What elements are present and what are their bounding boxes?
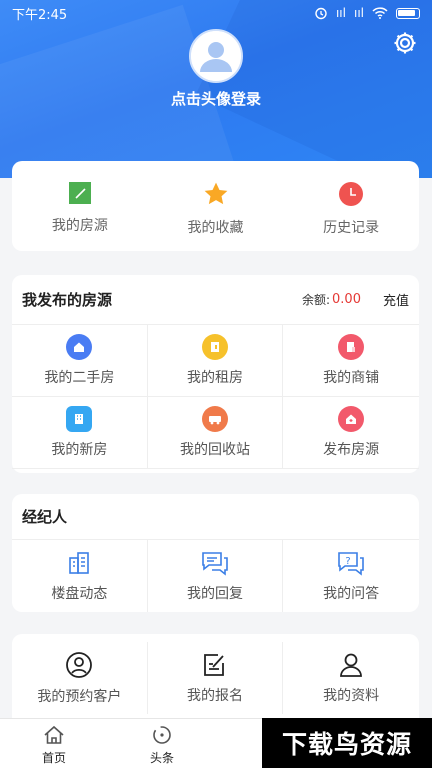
qa-icon: ? — [338, 551, 364, 576]
shop-icon — [338, 334, 365, 360]
agent-card: 经纪人 楼盘动态 我的回复 ? 我的问答 — [12, 494, 419, 612]
building-icon — [66, 406, 93, 432]
status-bar: 下午2:45 ııl ııl — [0, 0, 432, 26]
headline-icon — [153, 726, 171, 744]
reply-icon — [202, 551, 228, 576]
home-icon — [66, 334, 93, 360]
shop-button[interactable]: 我的商铺 — [283, 325, 419, 397]
signal-icon: ııl — [335, 6, 346, 20]
my-signups-button[interactable]: 我的报名 — [148, 642, 284, 714]
tab-home[interactable]: 首页 — [0, 719, 108, 768]
grid-label: 我的预约客户 — [37, 688, 122, 705]
grid-label: 发布房源 — [323, 442, 380, 458]
grid-label: 我的二手房 — [44, 370, 115, 386]
tab-label: 头条 — [149, 751, 174, 765]
grid-label: 我的问答 — [323, 585, 380, 602]
battery-icon — [396, 7, 420, 19]
grid-label: 我的新房 — [51, 442, 108, 458]
balance-area: 余额: 0.00 充值 — [302, 290, 409, 309]
personal-card: 我的预约客户 我的报名 我的资料 — [12, 634, 419, 718]
my-profile-button[interactable]: 我的资料 — [283, 642, 419, 714]
grid-label: 我的报名 — [186, 687, 243, 704]
profile-icon — [340, 653, 363, 677]
star-icon — [204, 182, 227, 205]
grid-label: 我的回复 — [186, 585, 243, 602]
grid-label: 楼盘动态 — [51, 585, 108, 602]
quick-label: 我的收藏 — [187, 220, 244, 236]
history-button[interactable]: 历史记录 — [283, 161, 419, 251]
new-house-button[interactable]: 我的新房 — [12, 397, 148, 469]
login-prompt[interactable]: 点击头像登录 — [0, 88, 432, 109]
my-favorites-button[interactable]: 我的收藏 — [148, 161, 284, 251]
second-hand-house-button[interactable]: 我的二手房 — [12, 325, 148, 397]
clock-icon — [339, 182, 364, 206]
recycle-bin-button[interactable]: 我的回收站 — [147, 397, 284, 469]
avatar[interactable] — [189, 29, 243, 83]
reservation-customers-button[interactable]: 我的预约客户 — [12, 642, 148, 714]
my-replies-button[interactable]: 我的回复 — [148, 540, 284, 612]
recharge-button[interactable]: 充值 — [383, 290, 409, 309]
balance-value: 0.00 — [332, 292, 361, 307]
customer-icon — [66, 651, 93, 678]
publish-listing-button[interactable]: 发布房源 — [283, 397, 419, 469]
my-listings-card: 我发布的房源 余额: 0.00 充值 我的二手房 我的租房 我的商铺 我的新房 … — [12, 275, 419, 473]
grid-label: 我的商铺 — [323, 370, 380, 386]
rental-button[interactable]: 我的租房 — [147, 325, 284, 397]
signup-icon — [204, 653, 224, 676]
my-listings-button[interactable]: 我的房源 — [12, 161, 148, 251]
quick-actions-card: 我的房源 我的收藏 历史记录 — [12, 161, 419, 251]
edit-icon — [68, 182, 91, 204]
project-news-button[interactable]: 楼盘动态 — [12, 540, 148, 612]
truck-icon — [201, 406, 228, 432]
quick-label: 历史记录 — [323, 220, 380, 236]
grid-label: 我的租房 — [186, 370, 243, 386]
wifi-icon — [372, 7, 388, 19]
user-silhouette-icon — [191, 31, 241, 81]
svg-text:?: ? — [346, 556, 351, 567]
balance-label: 余额: — [301, 293, 331, 307]
tab-headlines[interactable]: 头条 — [108, 719, 216, 768]
tab-label: 首页 — [41, 751, 66, 765]
quick-label: 我的房源 — [51, 218, 108, 234]
my-qa-button[interactable]: ? 我的问答 — [283, 540, 419, 612]
buildings-icon — [69, 551, 90, 574]
status-time: 下午2:45 — [12, 7, 68, 23]
settings-gear-icon[interactable] — [392, 30, 418, 56]
section-title: 经纪人 — [22, 508, 68, 526]
grid-label: 我的资料 — [323, 687, 380, 704]
grid-label: 我的回收站 — [179, 442, 250, 458]
signal-icon-2: ııl — [353, 6, 364, 20]
watermark: 下载鸟资源 — [262, 718, 432, 768]
publish-icon — [338, 406, 365, 432]
section-title: 我发布的房源 — [22, 291, 113, 309]
home-outline-icon — [44, 725, 64, 744]
alarm-icon — [315, 7, 327, 20]
door-icon — [201, 334, 228, 360]
